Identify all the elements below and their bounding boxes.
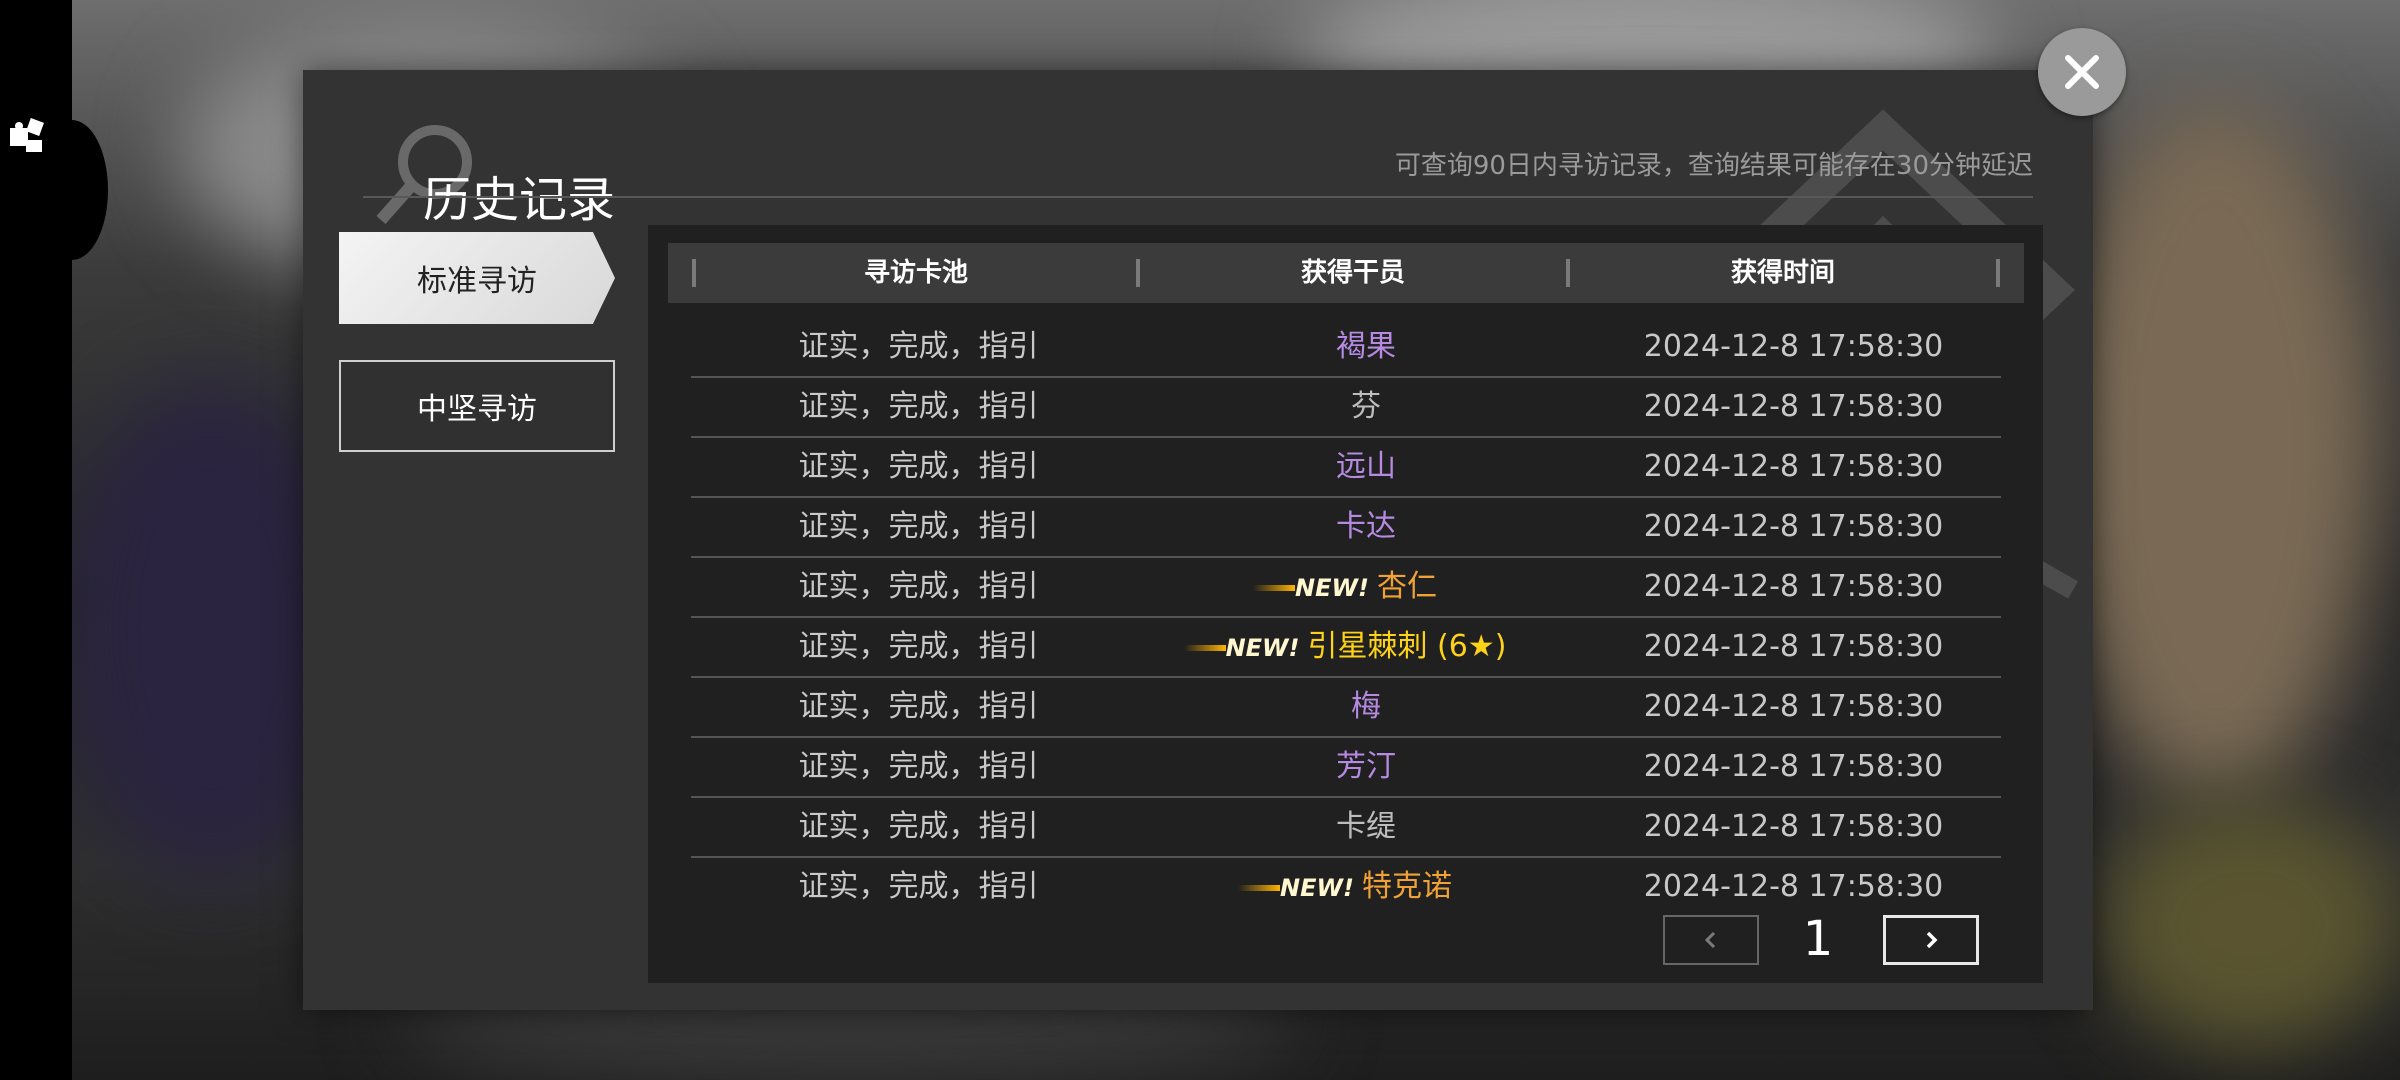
new-badge: NEW!	[1253, 559, 1369, 617]
page-title: 历史记录	[423, 172, 616, 228]
time-cell: 2024-12-8 17:58:30	[1643, 569, 1944, 604]
pool-cell: 证实，完成，指引	[798, 449, 1039, 484]
operator-cell: 卡缇	[1146, 798, 1586, 856]
operator-name: 卡缇	[1336, 809, 1396, 844]
operator-name: 引星棘刺 (6★)	[1307, 629, 1507, 664]
close-button[interactable]	[2038, 28, 2126, 116]
column-separator	[1996, 259, 2000, 287]
operator-cell: NEW! 杏仁	[1146, 558, 1586, 616]
operator-cell: 芬	[1146, 378, 1586, 436]
table-row: 证实，完成，指引 梅 2024-12-8 17:58:30	[691, 678, 2001, 738]
operator-name: 杏仁	[1376, 569, 1437, 604]
table-row: 证实，完成，指引 芳汀 2024-12-8 17:58:30	[691, 738, 2001, 798]
pool-cell: 证实，完成，指引	[798, 389, 1039, 424]
new-badge: NEW!	[1238, 859, 1354, 917]
time-cell: 2024-12-8 17:58:30	[1643, 809, 1944, 844]
tab-kernel-headhunting[interactable]: 中坚寻访	[339, 360, 615, 452]
puzzle-icon[interactable]	[4, 108, 52, 164]
next-page-button[interactable]	[1883, 915, 1979, 965]
new-badge: NEW!	[1183, 619, 1299, 677]
table-row: 证实，完成，指引 卡达 2024-12-8 17:58:30	[691, 498, 2001, 558]
operator-name: 芳汀	[1336, 749, 1396, 784]
time-cell: 2024-12-8 17:58:30	[1643, 449, 1944, 484]
table-row: 证实，完成，指引 NEW! 特克诺 2024-12-8 17:58:30	[691, 858, 2001, 918]
operator-cell: 卡达	[1146, 498, 1586, 556]
operator-cell: 梅	[1146, 678, 1586, 736]
operator-cell: NEW! 引星棘刺 (6★)	[1146, 618, 1586, 676]
prev-page-button[interactable]	[1663, 915, 1759, 965]
pagination: 1	[648, 911, 2043, 975]
pool-cell: 证实，完成，指引	[798, 809, 1039, 844]
pool-cell: 证实，完成，指引	[798, 749, 1039, 784]
pool-cell: 证实，完成，指引	[798, 509, 1039, 544]
chevron-right-icon	[1926, 931, 1938, 949]
time-cell: 2024-12-8 17:58:30	[1643, 509, 1944, 544]
table-row: 证实，完成，指引 卡缇 2024-12-8 17:58:30	[691, 798, 2001, 858]
operator-cell: NEW! 特克诺	[1146, 858, 1586, 916]
pool-cell: 证实，完成，指引	[798, 869, 1039, 904]
operator-cell: 远山	[1146, 438, 1586, 496]
records-panel: 寻访卡池 获得干员 获得时间 证实，完成，指引 褐果 2024-12-8 17:…	[648, 225, 2043, 983]
chevron-left-icon	[1704, 931, 1716, 949]
time-cell: 2024-12-8 17:58:30	[1643, 869, 1944, 904]
pool-cell: 证实，完成，指引	[798, 569, 1039, 604]
time-cell: 2024-12-8 17:58:30	[1643, 389, 1944, 424]
column-header-operator: 获得干员	[1300, 258, 1405, 288]
pool-cell: 证实，完成，指引	[798, 629, 1039, 664]
time-cell: 2024-12-8 17:58:30	[1643, 329, 1944, 364]
records-list: 证实，完成，指引 褐果 2024-12-8 17:58:30 证实，完成，指引 …	[691, 318, 2001, 918]
column-header-pool: 寻访卡池	[863, 258, 968, 288]
operator-name: 特克诺	[1361, 869, 1452, 904]
page-number: 1	[1802, 911, 1834, 967]
query-notice: 可查询90日内寻访记录，查询结果可能存在30分钟延迟	[1394, 151, 2033, 181]
pool-cell: 证实，完成，指引	[798, 329, 1039, 364]
table-row: 证实，完成，指引 NEW! 引星棘刺 (6★) 2024-12-8 17:58:3…	[691, 618, 2001, 678]
operator-name: 梅	[1351, 689, 1381, 724]
operator-cell: 芳汀	[1146, 738, 1586, 796]
tab-standard-headhunting[interactable]: 标准寻访	[339, 232, 615, 324]
time-cell: 2024-12-8 17:58:30	[1643, 689, 1944, 724]
title-divider	[363, 196, 2033, 198]
close-icon	[2065, 55, 2099, 89]
column-header-time: 获得时间	[1730, 258, 1835, 288]
operator-name: 芬	[1351, 389, 1381, 424]
table-row: 证实，完成，指引 褐果 2024-12-8 17:58:30	[691, 318, 2001, 378]
time-cell: 2024-12-8 17:58:30	[1643, 749, 1944, 784]
table-header: 寻访卡池 获得干员 获得时间	[668, 243, 2024, 303]
history-dialog: 历史记录 可查询90日内寻访记录，查询结果可能存在30分钟延迟 标准寻访 中坚寻…	[303, 70, 2093, 1010]
operator-name: 远山	[1336, 449, 1396, 484]
table-row: 证实，完成，指引 芬 2024-12-8 17:58:30	[691, 378, 2001, 438]
pool-cell: 证实，完成，指引	[798, 689, 1039, 724]
table-row: 证实，完成，指引 远山 2024-12-8 17:58:30	[691, 438, 2001, 498]
operator-cell: 褐果	[1146, 318, 1586, 376]
table-row: 证实，完成，指引 NEW! 杏仁 2024-12-8 17:58:30	[691, 558, 2001, 618]
time-cell: 2024-12-8 17:58:30	[1643, 629, 1944, 664]
operator-name: 卡达	[1336, 509, 1396, 544]
operator-name: 褐果	[1336, 329, 1396, 364]
